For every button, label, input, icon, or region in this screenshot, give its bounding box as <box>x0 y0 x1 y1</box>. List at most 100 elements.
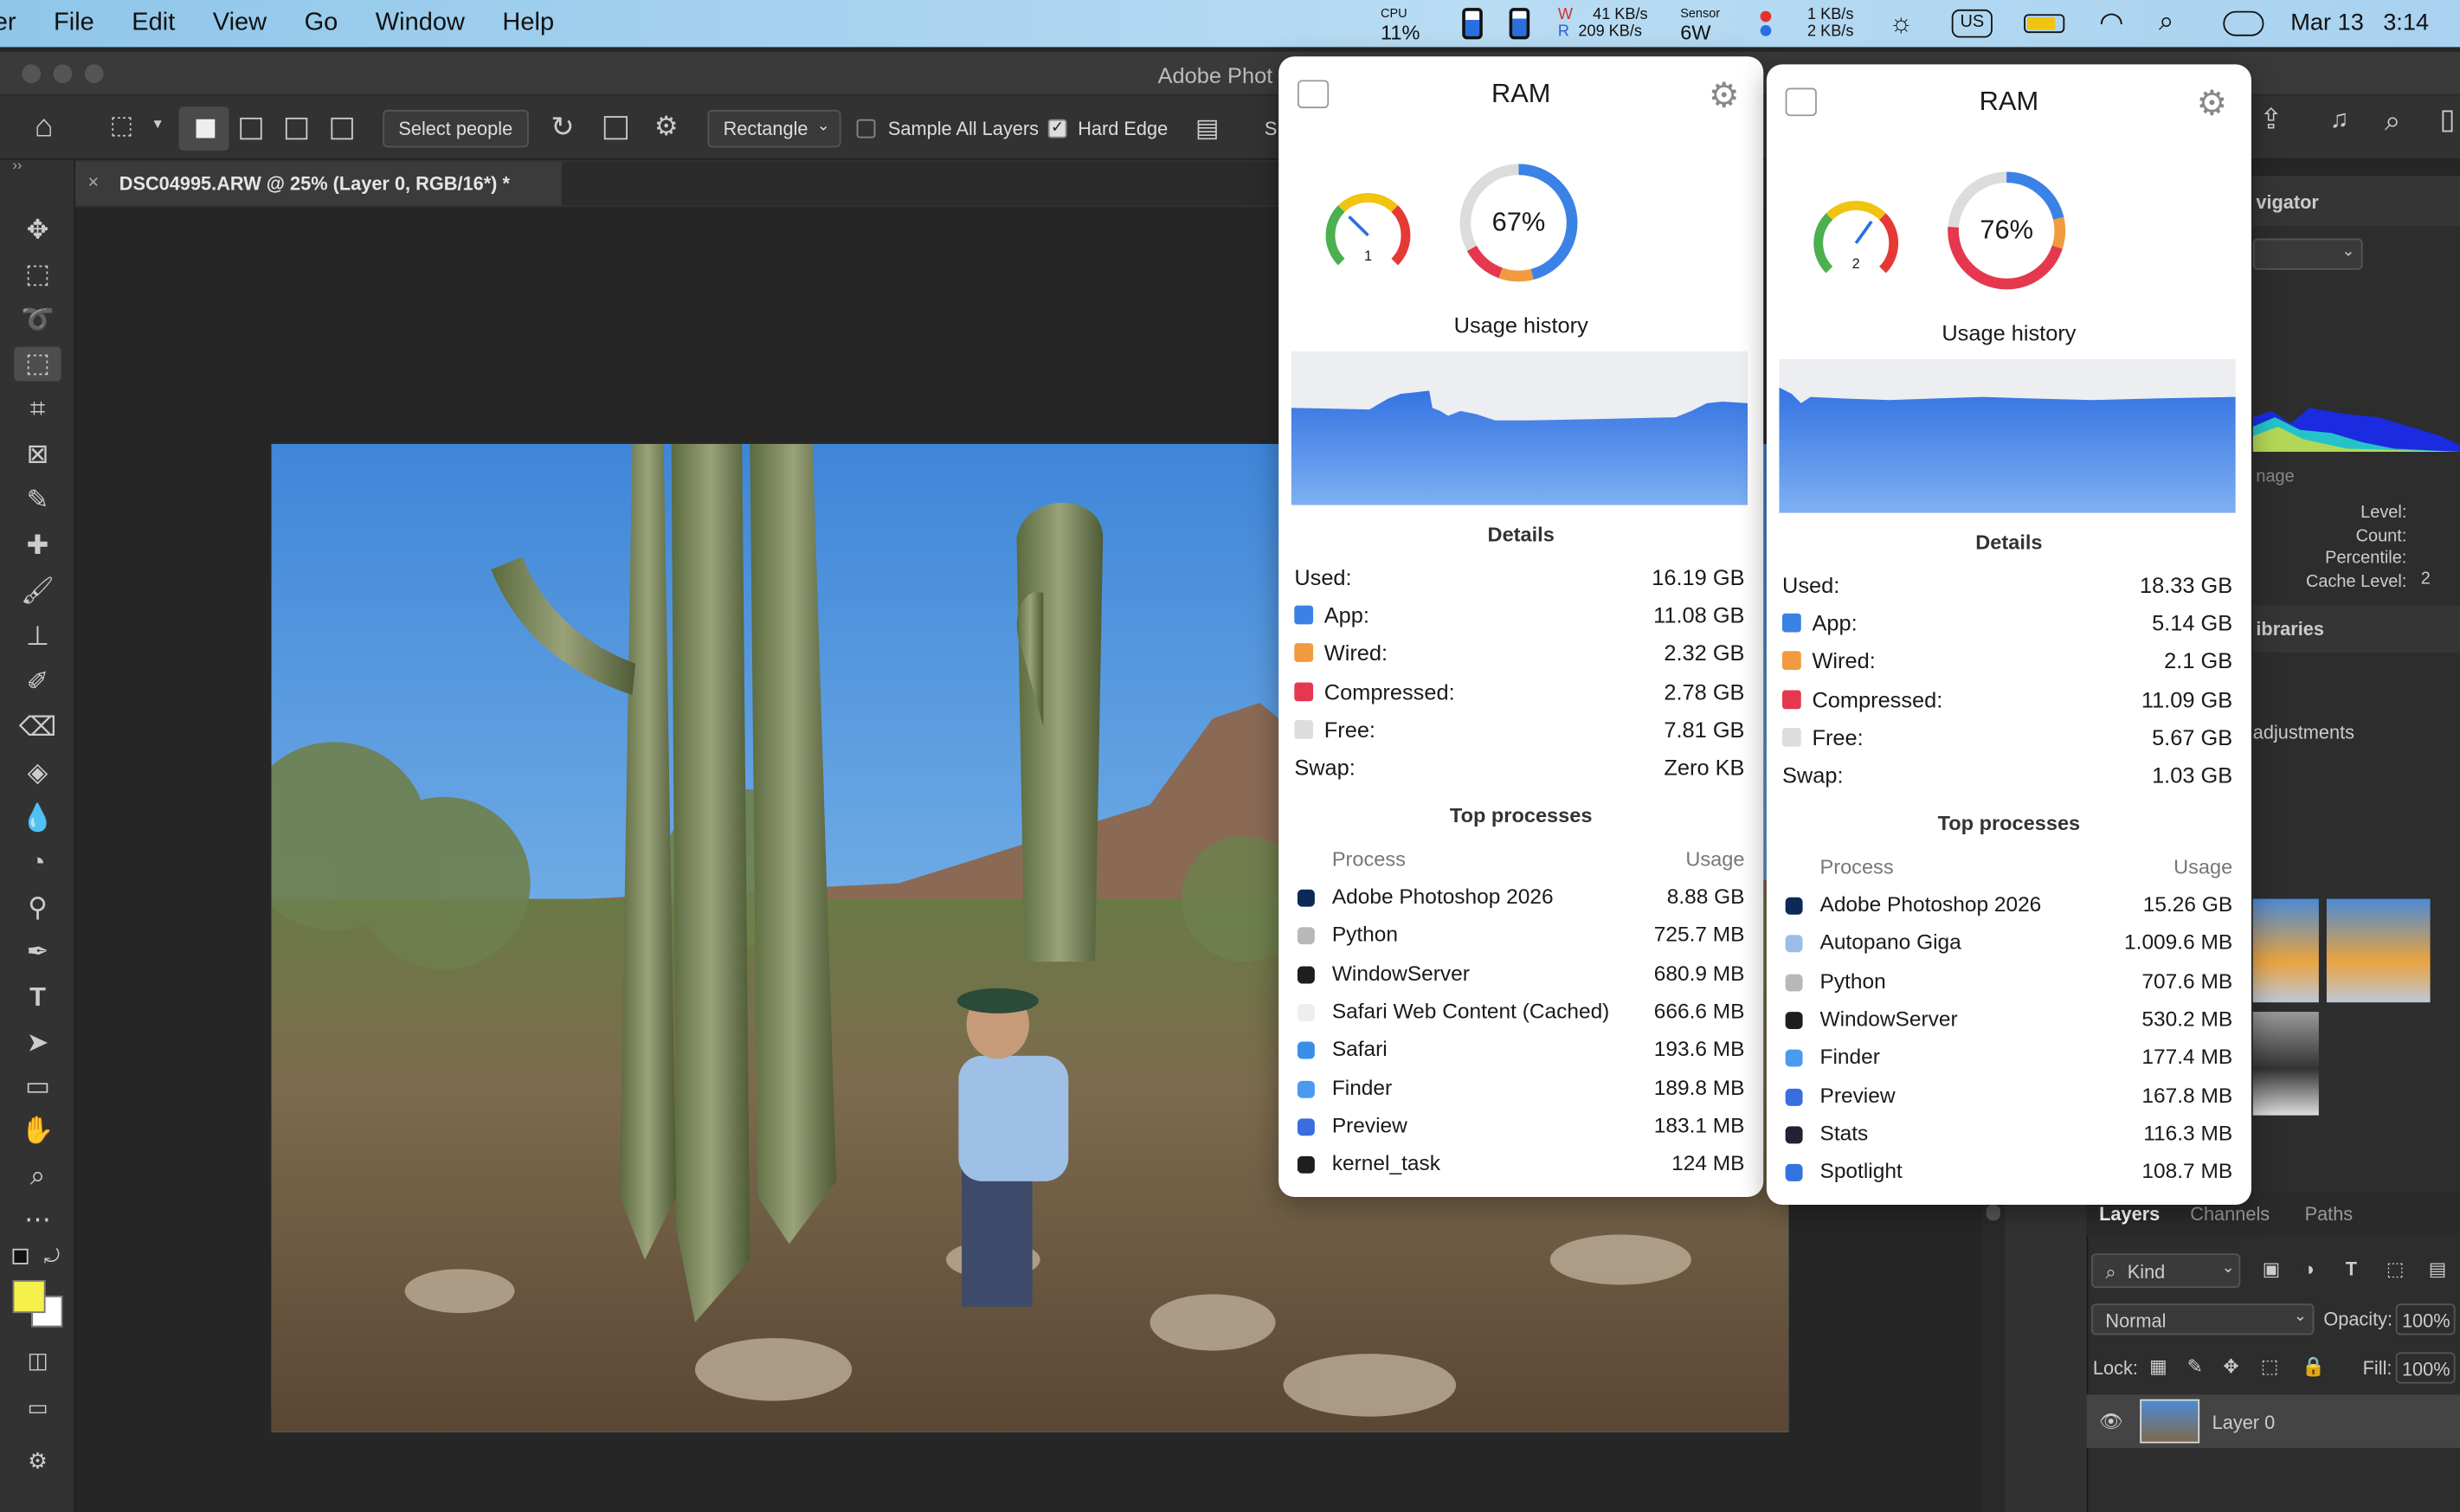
menu-edit[interactable]: Edit <box>132 10 175 38</box>
speech-bubble-icon[interactable]: ▤ <box>1195 113 1219 145</box>
menu-window[interactable]: Window <box>376 10 465 38</box>
default-colors-icon[interactable] <box>12 1248 29 1264</box>
pen-tool-icon[interactable]: ✒ <box>19 935 57 969</box>
move-tool-icon[interactable]: ✥ <box>19 214 57 248</box>
lock-all-icon[interactable]: 🔒 <box>2302 1355 2325 1377</box>
new-selection-icon[interactable] <box>196 119 216 138</box>
add-selection-icon[interactable] <box>240 117 262 140</box>
close-tab-icon[interactable]: × <box>88 171 100 193</box>
channel-select[interactable]: ⌄ <box>2252 238 2363 270</box>
subtract-selection-icon[interactable] <box>285 117 308 140</box>
select-people-button[interactable]: Select people <box>383 109 529 148</box>
zoom-window-button[interactable] <box>84 64 104 84</box>
type-tool-icon[interactable]: T <box>19 981 57 1015</box>
intersect-selection-icon[interactable] <box>331 117 353 140</box>
gpu-mini-icon[interactable] <box>1509 8 1530 40</box>
blend-mode-select[interactable]: Normal ⌄ <box>2091 1303 2315 1335</box>
gear-icon[interactable]: ⚙ <box>2197 83 2228 124</box>
type-filter-icon[interactable]: T <box>2346 1258 2357 1280</box>
screen-mode-icon[interactable]: ▭ <box>19 1390 57 1425</box>
menu-go[interactable]: Go <box>305 10 338 38</box>
sensor-status[interactable]: Sensor 6W <box>1680 4 1720 42</box>
bell-icon[interactable]: ♫ <box>2330 106 2349 135</box>
marquee-tool-icon[interactable]: ⬚ <box>19 257 57 292</box>
input-source-badge[interactable]: US <box>1951 9 1993 38</box>
crop-tool-icon[interactable]: ⌗ <box>19 392 57 427</box>
eyedropper-tool-icon[interactable]: ✎ <box>19 483 57 518</box>
fill-input[interactable]: 100% <box>2395 1352 2456 1384</box>
swap-colors-icon[interactable]: ⤾ <box>44 1245 60 1269</box>
image-filter-icon[interactable]: ▣ <box>2263 1258 2281 1280</box>
cpu-status[interactable]: CPU 11% <box>1381 4 1420 42</box>
hard-edge-checkbox[interactable]: ✓ <box>1047 119 1067 138</box>
menu-help[interactable]: Help <box>502 10 554 38</box>
close-window-button[interactable] <box>22 64 42 84</box>
layer-row[interactable]: 👁 Layer 0 <box>2086 1394 2460 1448</box>
navigator-tab[interactable]: vigator <box>2256 191 2319 213</box>
object-selection-tool-icon[interactable]: ⬚ <box>110 110 133 141</box>
battery-icon[interactable] <box>2024 14 2065 34</box>
zoom-tool-icon[interactable]: ⌕ <box>19 1159 57 1194</box>
rectangle-tool-icon[interactable]: ▭ <box>19 1070 57 1104</box>
minimize-window-button[interactable] <box>53 64 73 84</box>
burn-tool-icon[interactable]: ⚲ <box>19 891 57 926</box>
sample-all-layers-checkbox[interactable] <box>856 119 876 138</box>
layer-filter-select[interactable]: ⌕ Kind ⌄ <box>2091 1253 2241 1289</box>
chevron-down-icon[interactable]: ▾ <box>154 116 162 133</box>
libraries-tab[interactable]: ibraries <box>2256 618 2324 640</box>
opacity-input[interactable]: 100% <box>2395 1303 2456 1335</box>
more-tools-icon[interactable]: ⋯ <box>19 1203 57 1238</box>
quick-mask-icon[interactable]: ◫ <box>19 1343 57 1378</box>
network2-status[interactable]: 1 KB/s 2 KB/s <box>1807 6 1853 41</box>
menubar-date[interactable]: Mar 13 <box>2290 10 2364 36</box>
path-selection-icon[interactable]: ➤ <box>19 1026 57 1060</box>
healing-brush-icon[interactable]: ✚ <box>19 529 57 563</box>
frame-tool-icon[interactable]: ⊠ <box>19 438 57 473</box>
network-status[interactable]: W 41 KB/s R 209 KB/s <box>1558 6 1648 41</box>
lock-artboard-icon[interactable]: ⬚ <box>2261 1355 2279 1377</box>
menu-view[interactable]: View <box>213 10 267 38</box>
document-tab[interactable]: × DSC04995.ARW @ 25% (Layer 0, RGB/16*) … <box>75 161 562 206</box>
clone-stamp-icon[interactable]: ⊥ <box>19 620 57 654</box>
shape-filter-icon[interactable]: ⬚ <box>2386 1258 2405 1280</box>
hand-tool-icon[interactable]: ✋ <box>19 1114 57 1148</box>
menu-file[interactable]: File <box>54 10 94 38</box>
history-brush-icon[interactable]: ✐ <box>19 666 57 700</box>
refresh-icon[interactable]: ↻ <box>551 112 574 145</box>
ram-mini-icon[interactable] <box>1462 8 1483 40</box>
wifi-icon[interactable]: ◠ <box>2099 6 2123 39</box>
layers-tab[interactable]: Layers <box>2099 1203 2160 1225</box>
lock-pixels-icon[interactable]: ✎ <box>2187 1355 2203 1377</box>
smart-object-filter-icon[interactable]: ▤ <box>2429 1258 2447 1280</box>
lasso-tool-icon[interactable]: ➰ <box>19 303 57 338</box>
lock-transparent-icon[interactable]: ▦ <box>2149 1355 2167 1377</box>
app-menu[interactable]: er <box>0 10 16 38</box>
home-icon[interactable]: ⌂ <box>35 110 54 146</box>
adjustment-preset-thumbnail[interactable] <box>2326 898 2431 1003</box>
lock-position-icon[interactable]: ✥ <box>2223 1355 2238 1377</box>
adjustment-filter-icon[interactable]: ◑ <box>2303 1258 2315 1280</box>
adjustment-preset-thumbnail[interactable] <box>2252 1012 2319 1116</box>
workspace-icon[interactable]: ▯ <box>2439 104 2455 137</box>
object-selection-tool-icon[interactable]: ⬚ <box>14 346 61 382</box>
edit-toolbar-icon[interactable]: ⚙ <box>19 1444 57 1478</box>
adjustment-preset-thumbnail[interactable] <box>2252 898 2319 1003</box>
mode-select[interactable]: Rectangle ⌄ <box>707 109 841 148</box>
menubar-time[interactable]: 3:14 <box>2383 10 2429 36</box>
paths-tab[interactable]: Paths <box>2305 1203 2354 1225</box>
gear-icon[interactable]: ⚙ <box>1709 75 1740 116</box>
search-icon[interactable]: ⌕ <box>2385 105 2400 138</box>
brush-tool-icon[interactable]: 🖌 <box>19 574 57 608</box>
channels-tab[interactable]: Channels <box>2190 1203 2270 1225</box>
eraser-tool-icon[interactable]: ⌫ <box>19 711 57 745</box>
search-icon[interactable]: ⌕ <box>2159 6 2173 37</box>
foreground-color-swatch[interactable] <box>12 1280 46 1314</box>
gear-icon[interactable]: ⚙ <box>654 112 679 143</box>
dodge-tool-icon[interactable]: ◔ <box>19 846 57 880</box>
blur-tool-icon[interactable]: 💧 <box>19 801 57 836</box>
paint-bucket-icon[interactable]: ◈ <box>19 756 57 791</box>
control-center-icon[interactable] <box>2223 10 2264 36</box>
brightness-icon[interactable]: ☼ <box>1889 8 1913 39</box>
object-finder-icon[interactable] <box>603 116 628 140</box>
eye-icon[interactable]: 👁 <box>2099 1410 2123 1432</box>
